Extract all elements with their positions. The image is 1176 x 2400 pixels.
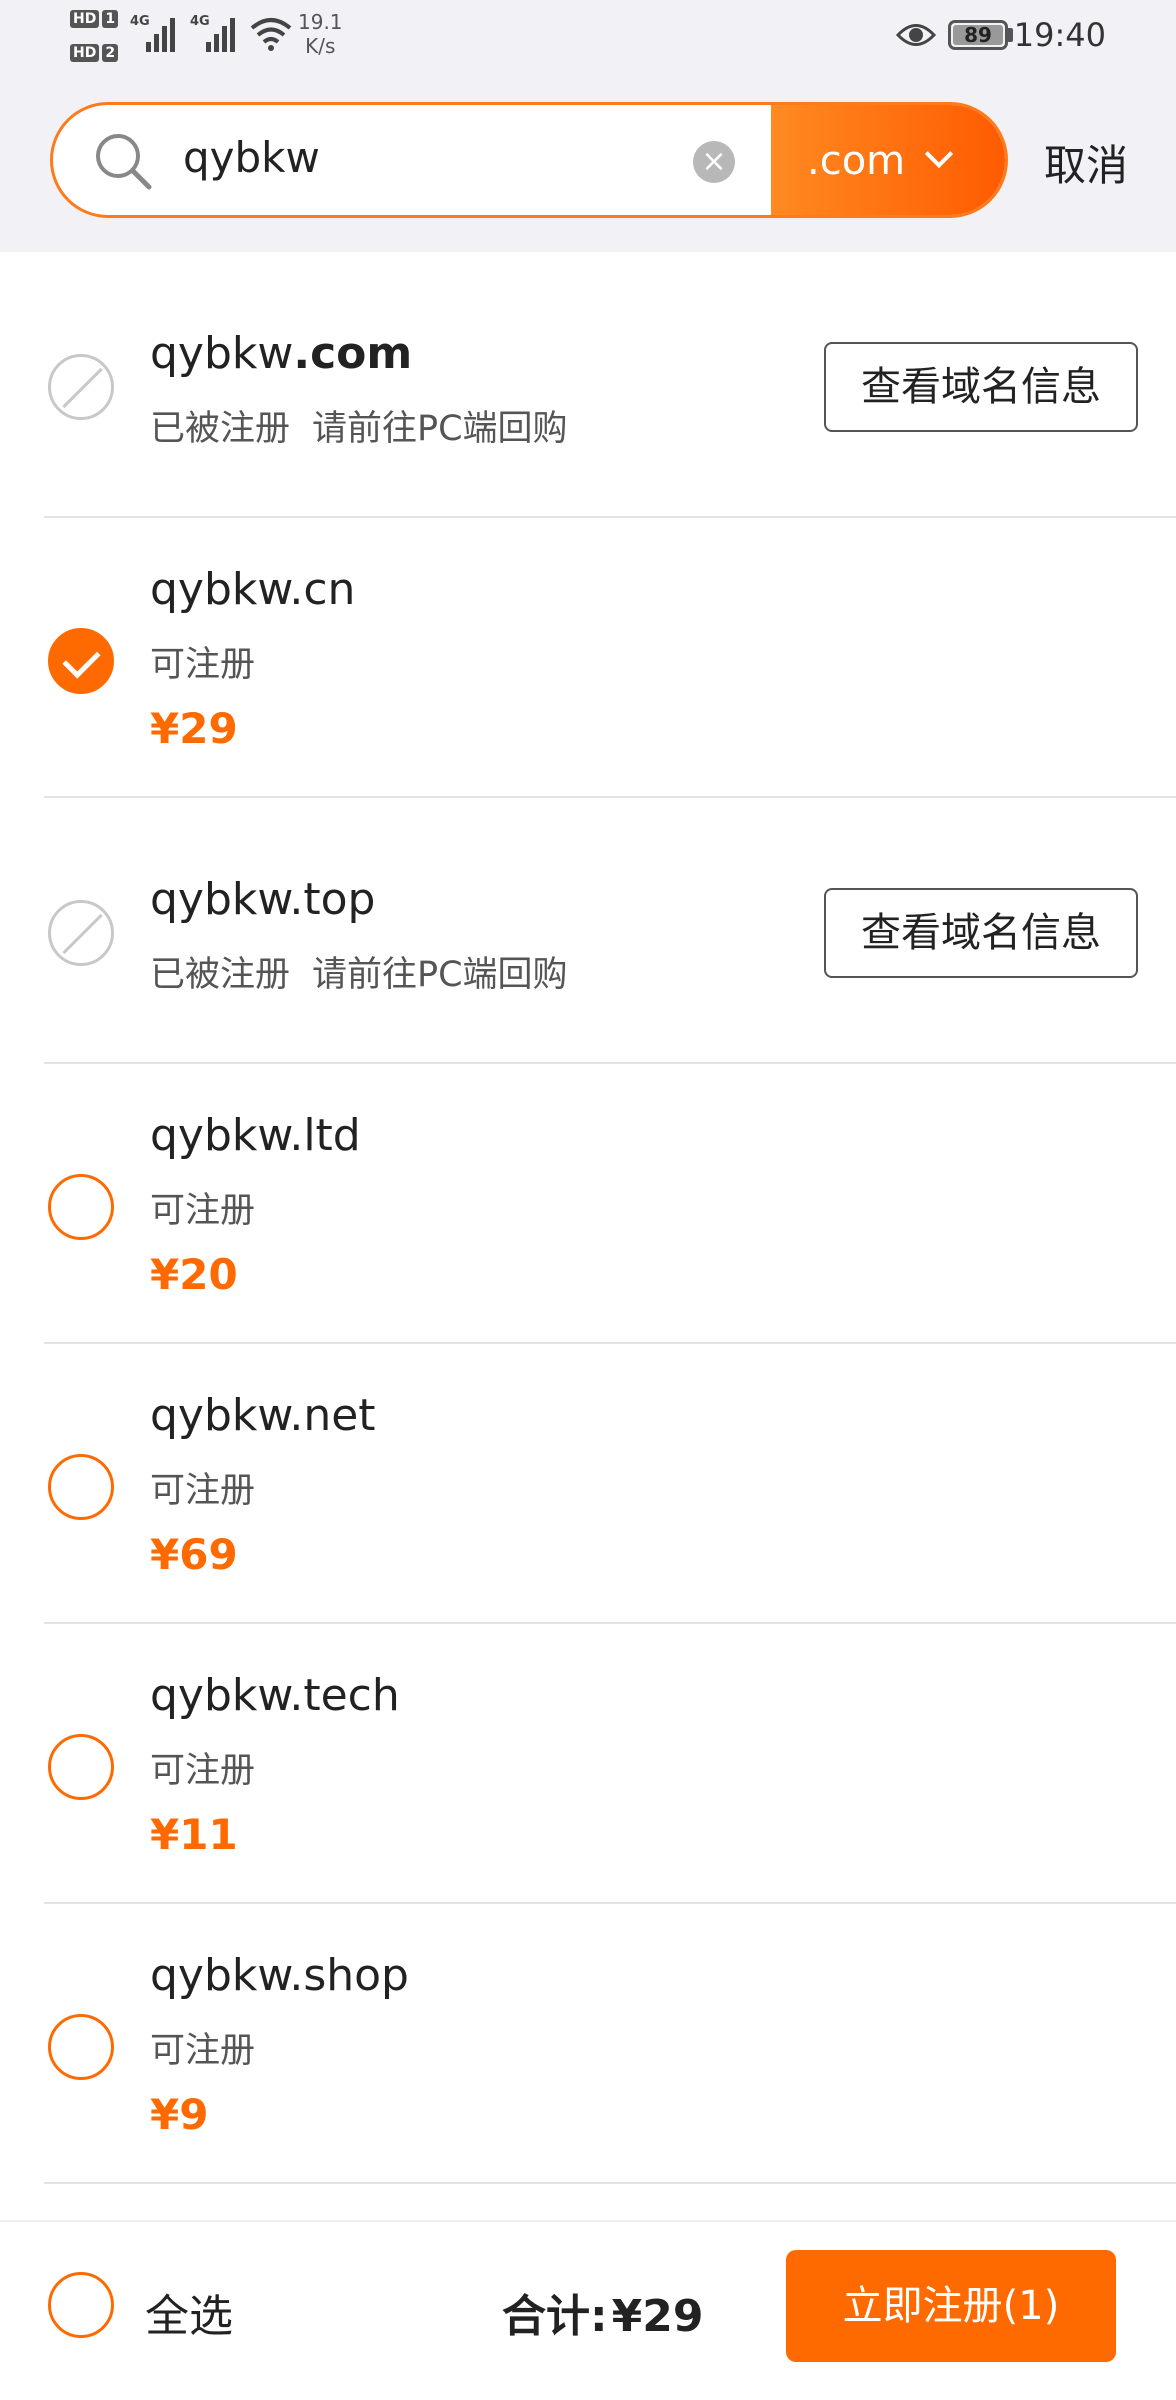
domain-name: qybkw.shop: [150, 1950, 409, 2001]
total-amount: ¥29: [611, 2291, 704, 2342]
domain-status: 可注册: [150, 2022, 255, 2073]
domain-name: qybkw.cn: [150, 564, 355, 615]
disabled-icon: [48, 900, 114, 966]
bottom-bar: 全选 合计:¥29 立即注册(1): [0, 2220, 1176, 2400]
tld-dropdown[interactable]: .com: [771, 105, 1005, 215]
domain-base: qybkw: [150, 1110, 290, 1161]
status-text: 可注册: [150, 1191, 256, 1231]
speed-unit: K/s: [305, 34, 336, 58]
domain-price: ¥11: [150, 1810, 238, 1859]
domain-row[interactable]: qybkw.tech 可注册 ¥11: [0, 1624, 1176, 1904]
domain-tld: .ltd: [289, 1110, 361, 1161]
clear-icon[interactable]: ×: [693, 141, 735, 183]
network-speed: 19.1 K/s: [298, 10, 343, 58]
domain-checkbox[interactable]: [48, 1734, 114, 1800]
hd2-indicator: HD 2: [70, 42, 121, 62]
hd1-number: 1: [102, 10, 119, 28]
domain-base: qybkw: [150, 1390, 290, 1441]
domain-checkbox[interactable]: [48, 2014, 114, 2080]
domain-price: ¥69: [150, 1530, 238, 1579]
domain-tld: .tech: [289, 1670, 400, 1721]
domain-price: ¥9: [150, 2090, 209, 2139]
domain-price: ¥29: [150, 704, 238, 753]
domain-name: qybkw.tech: [150, 1670, 400, 1721]
status-text: 可注册: [150, 2031, 256, 2071]
hd1-label: HD: [70, 10, 100, 28]
domain-name: qybkw.ltd: [150, 1110, 361, 1161]
domain-tld: .top: [289, 874, 376, 925]
domain-status: 可注册: [150, 1742, 255, 1793]
search-header: qybkw × .com 取消: [0, 82, 1176, 252]
view-domain-info-button[interactable]: 查看域名信息: [824, 888, 1138, 978]
domain-row[interactable]: qybkw.net 可注册 ¥69: [0, 1344, 1176, 1624]
search-box[interactable]: qybkw × .com: [50, 102, 1008, 218]
domain-name: qybkw.top: [150, 874, 375, 925]
domain-status: 可注册: [150, 636, 255, 687]
register-now-button[interactable]: 立即注册(1): [786, 2250, 1116, 2362]
domain-status: 已被注册 请前往PC端回购: [150, 400, 568, 451]
disabled-icon: [48, 354, 114, 420]
domain-row[interactable]: qybkw.ltd 可注册 ¥20: [0, 1064, 1176, 1344]
chevron-down-icon: [925, 139, 954, 169]
status-text: 可注册: [150, 1751, 256, 1791]
domain-checkbox[interactable]: [48, 628, 114, 694]
domain-name: qybkw.net: [150, 1390, 376, 1441]
status-bar: HD 1 HD 2 4G 4G 19.1 K/s 89 19:40: [0, 0, 1176, 82]
search-input[interactable]: qybkw: [183, 133, 320, 182]
domain-tld: .shop: [289, 1950, 409, 2001]
domain-tld: .com: [293, 328, 413, 379]
hd1-indicator: HD 1: [70, 8, 121, 28]
select-all-checkbox[interactable]: [48, 2272, 114, 2338]
signal-1-network: 4G: [130, 14, 150, 29]
domain-tld: .net: [289, 1390, 376, 1441]
domain-price: ¥20: [150, 1250, 238, 1299]
domain-result-list: qybkw.com 已被注册 请前往PC端回购 查看域名信息 qybkw.cn 可注册 ¥2…: [0, 252, 1176, 2184]
speed-value: 19.1: [298, 10, 343, 34]
tld-dropdown-label: .com: [807, 138, 906, 184]
hd2-label: HD: [70, 44, 100, 62]
view-domain-info-button[interactable]: 查看域名信息: [824, 342, 1138, 432]
domain-base: qybkw: [150, 564, 290, 615]
wifi-icon: [250, 18, 292, 51]
status-note: 请前往PC端回购: [312, 955, 568, 995]
total-price: 合计:¥29: [502, 2280, 703, 2344]
clock: 19:40: [1013, 16, 1106, 54]
domain-base: qybkw: [150, 874, 290, 925]
domain-checkbox[interactable]: [48, 1454, 114, 1520]
select-all-label[interactable]: 全选: [145, 2280, 233, 2344]
domain-base: qybkw: [150, 1950, 290, 2001]
domain-row: qybkw.com 已被注册 请前往PC端回购 查看域名信息: [0, 252, 1176, 518]
domain-checkbox[interactable]: [48, 1174, 114, 1240]
eye-icon: [896, 24, 936, 46]
domain-base: qybkw: [150, 328, 294, 379]
domain-tld: .cn: [289, 564, 356, 615]
signal-2-network: 4G: [190, 14, 210, 29]
status-text: 已被注册: [150, 409, 291, 449]
status-text: 可注册: [150, 1471, 256, 1511]
domain-status: 已被注册 请前往PC端回购: [150, 946, 568, 997]
status-text: 可注册: [150, 645, 256, 685]
domain-status: 可注册: [150, 1182, 255, 1233]
signal-icon-1: 4G: [130, 12, 180, 52]
cancel-button[interactable]: 取消: [1044, 132, 1128, 193]
domain-row: qybkw.top 已被注册 请前往PC端回购 查看域名信息: [0, 798, 1176, 1064]
domain-row[interactable]: qybkw.shop 可注册 ¥9: [0, 1904, 1176, 2184]
domain-status: 可注册: [150, 1462, 255, 1513]
row-divider: [44, 2182, 1176, 2184]
signal-icon-2: 4G: [190, 12, 240, 52]
battery-icon: 89: [948, 20, 1008, 50]
total-label: 合计:: [502, 2291, 608, 2342]
battery-level: 89: [964, 23, 992, 47]
search-icon: [96, 134, 152, 190]
status-note: 请前往PC端回购: [312, 409, 568, 449]
domain-name: qybkw.com: [150, 328, 412, 379]
domain-base: qybkw: [150, 1670, 290, 1721]
domain-row[interactable]: qybkw.cn 可注册 ¥29: [0, 518, 1176, 798]
status-text: 已被注册: [150, 955, 291, 995]
hd2-number: 2: [102, 44, 119, 62]
